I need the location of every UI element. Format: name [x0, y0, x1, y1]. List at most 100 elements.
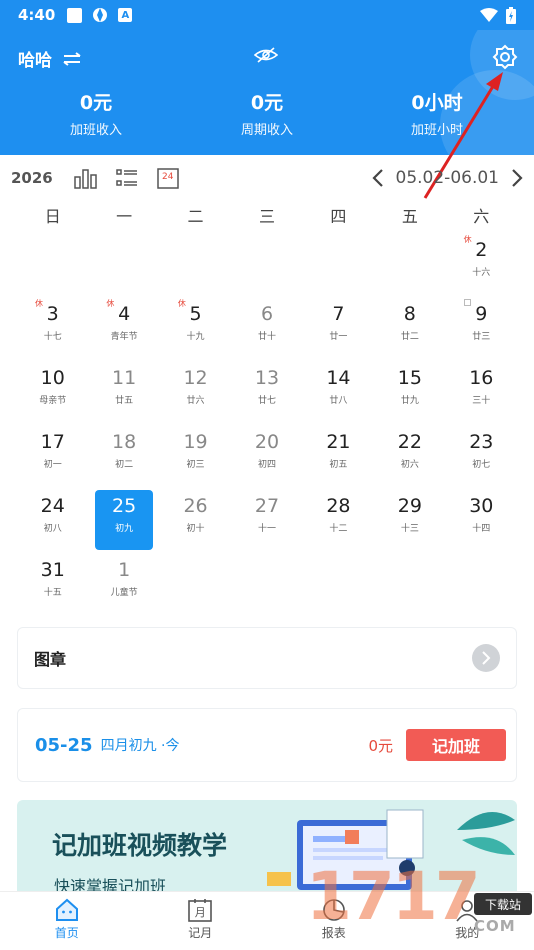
calendar-day[interactable]: 16 三十 [446, 360, 517, 424]
month-calendar-glyph: 月 [194, 906, 206, 919]
calendar-grid: 休 2 十六休 3 十七休 4 青年节休 5 十九 6 廿十 7 廿一 8 廿二 9 廿三 10 母亲节 11 廿五 12… [17, 232, 517, 616]
selected-date: 05-25 [35, 734, 93, 756]
previous-period-chevron-icon[interactable] [371, 168, 384, 188]
weekday-label: 六 [473, 207, 490, 226]
year-label[interactable]: 2026 [11, 169, 53, 187]
day-number: 17 [40, 431, 65, 453]
calendar-day[interactable]: 29 十三 [374, 488, 445, 552]
weekday-label: 二 [187, 207, 204, 226]
lunar-date: 母亲节 [39, 396, 67, 406]
weekday-label: 一 [116, 207, 133, 226]
calendar-day[interactable]: 26 初十 [160, 488, 231, 552]
calendar-day[interactable]: 13 廿七 [231, 360, 302, 424]
lunar-date: 十五 [43, 588, 62, 598]
day-number: 7 [332, 303, 345, 325]
day-number: 2 [475, 239, 488, 261]
day-number: 4 [118, 303, 131, 325]
summary-header: 哈哈 0元 加班收入 0元 周期收入 0小时 加班小时 [0, 30, 534, 155]
chevron-right-icon[interactable] [472, 644, 500, 672]
calendar-day[interactable]: 11 廿五 [88, 360, 159, 424]
notification-square-icon [67, 7, 83, 23]
weekday-header: 日 一 二 三 四 五 六 [17, 203, 517, 229]
stat-period-income: 0元 周期收入 [197, 88, 337, 138]
wifi-icon [480, 8, 498, 22]
lunar-date: 廿八 [329, 396, 348, 406]
calendar-day[interactable]: 21 初五 [303, 424, 374, 488]
calendar-day[interactable]: 27 十一 [231, 488, 302, 552]
day-number: 14 [326, 367, 351, 389]
calendar-day[interactable]: 休 4 青年节 [88, 296, 159, 360]
stamp-card[interactable]: 图章 [17, 627, 517, 689]
statistics-chart-icon[interactable] [71, 163, 101, 193]
calendar-day-selected[interactable]: 25 初九 [95, 490, 153, 550]
lunar-date: 初五 [329, 460, 348, 470]
stat-label: 加班小时 [410, 123, 463, 138]
day-amount: 0元 [368, 736, 393, 755]
next-period-chevron-icon[interactable] [511, 168, 523, 188]
nav-month[interactable]: 月 记月 [134, 892, 268, 950]
holiday-rest-tag: 休 [177, 299, 186, 308]
calendar-day[interactable]: 休 5 十九 [160, 296, 231, 360]
calendar-day[interactable]: 28 十二 [303, 488, 374, 552]
today-calendar-day: 24 [162, 172, 174, 182]
calendar-day[interactable]: 18 初二 [88, 424, 159, 488]
calendar-day[interactable]: 9 廿三 [446, 296, 517, 360]
calendar-day[interactable]: 30 十四 [446, 488, 517, 552]
hide-amounts-eye-icon[interactable] [253, 46, 279, 68]
list-view-icon[interactable] [112, 163, 142, 193]
day-number: 10 [40, 367, 65, 389]
lunar-date: 廿七 [257, 396, 276, 406]
today-calendar-icon[interactable]: 24 [153, 163, 183, 193]
banner-title: 记加班视频教学 [52, 831, 228, 860]
nav-home[interactable]: 首页 [0, 892, 134, 950]
calendar-day[interactable]: 12 廿六 [160, 360, 231, 424]
lunar-date: 初七 [472, 460, 491, 470]
calendar-day[interactable]: 8 廿二 [374, 296, 445, 360]
calendar-day[interactable]: 23 初七 [446, 424, 517, 488]
lunar-date: 初六 [400, 460, 419, 470]
calendar-day[interactable]: 6 廿十 [231, 296, 302, 360]
calendar-day[interactable]: 22 初六 [374, 424, 445, 488]
day-number: 9 [475, 303, 488, 325]
weekday-label: 三 [258, 207, 275, 226]
lunar-date: 廿十 [257, 332, 276, 342]
day-number: 30 [469, 495, 494, 517]
day-number: 20 [254, 431, 280, 453]
calendar-empty-cell [160, 232, 231, 296]
day-record-card: 05-25 四月初九 ·今 0元 记加班 [17, 708, 517, 782]
settings-gear-icon[interactable] [492, 44, 518, 74]
calendar-day[interactable]: 20 初四 [231, 424, 302, 488]
selected-lunar-date: 四月初九 ·今 [100, 738, 180, 754]
calendar-day[interactable]: 19 初三 [160, 424, 231, 488]
stat-value: 0元 [79, 92, 113, 114]
calendar-day[interactable]: 10 母亲节 [17, 360, 88, 424]
calendar-day[interactable]: 14 廿八 [303, 360, 374, 424]
calendar-empty-cell [231, 232, 302, 296]
calendar-day[interactable]: 休 2 十六 [446, 232, 517, 296]
record-overtime-button[interactable]: 记加班 [406, 729, 506, 761]
stat-label: 加班收入 [69, 123, 122, 138]
user-switcher[interactable]: 哈哈 [18, 46, 82, 71]
stat-value: 0元 [250, 92, 284, 114]
calendar-day[interactable]: 休 3 十七 [17, 296, 88, 360]
calendar-day[interactable]: 17 初一 [17, 424, 88, 488]
nav-label: 首页 [54, 926, 79, 940]
weekday-label: 四 [330, 207, 347, 226]
day-number: 12 [183, 367, 208, 389]
lunar-date: 儿童节 [110, 588, 138, 598]
period-range[interactable]: 05.02-06.01 [396, 168, 499, 188]
day-number: 11 [112, 367, 137, 389]
calendar-day[interactable]: 7 廿一 [303, 296, 374, 360]
notification-aperture-icon [92, 7, 108, 23]
day-number: 25 [112, 495, 137, 517]
day-number: 16 [469, 367, 494, 389]
calendar-day[interactable]: 24 初八 [17, 488, 88, 552]
calendar-day[interactable]: 1 儿童节 [88, 552, 159, 616]
lunar-date: 初四 [257, 460, 276, 470]
holiday-rest-tag: 休 [35, 299, 43, 308]
weekday-label: 日 [44, 207, 61, 226]
day-number: 31 [40, 559, 65, 581]
calendar-day[interactable]: 31 十五 [17, 552, 88, 616]
calendar-day[interactable]: 15 廿九 [374, 360, 445, 424]
lunar-date: 三十 [472, 396, 491, 406]
